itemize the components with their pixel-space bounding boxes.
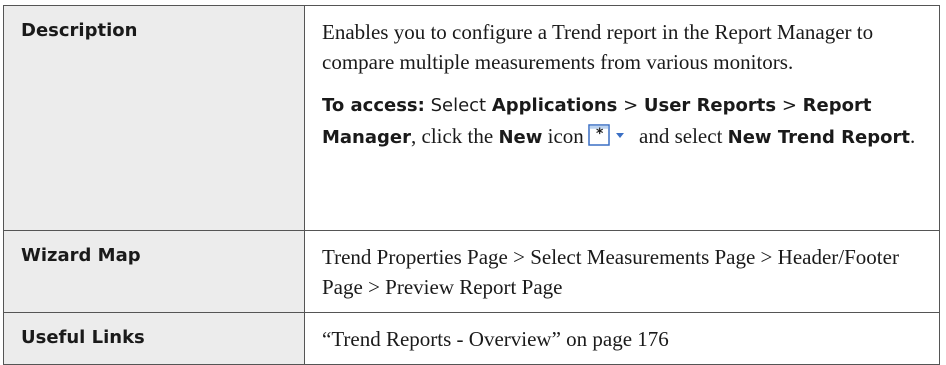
menu-new-trend-report: New Trend Report (727, 127, 910, 148)
svg-text:*: * (596, 126, 604, 142)
useful-links-link[interactable]: “Trend Reports - Overview” on page 176 (304, 312, 940, 365)
info-table: Description Enables you to configure a T… (3, 5, 940, 365)
wizard-map-row: Wizard Map Trend Properties Page > Selec… (3, 230, 940, 313)
useful-links-row: Useful Links “Trend Reports - Overview” … (3, 312, 940, 365)
path-separator: > (776, 95, 803, 116)
description-text: Enables you to configure a Trend report … (322, 20, 874, 74)
wizard-map-content: Trend Properties Page > Select Measureme… (304, 230, 940, 313)
useful-links-label: Useful Links (3, 312, 305, 365)
access-text-period: . (909, 124, 916, 148)
description-content: Enables you to configure a Trend report … (304, 5, 940, 231)
access-text-icon: icon (542, 124, 584, 148)
description-label: Description (3, 5, 305, 231)
access-text-click: , click the (411, 124, 499, 148)
menu-user-reports: User Reports (643, 95, 777, 116)
new-report-dropdown-icon: * (588, 124, 624, 146)
description-row: Description Enables you to configure a T… (3, 5, 940, 231)
access-text-select: Select (424, 95, 492, 116)
wizard-map-label: Wizard Map (3, 230, 305, 313)
access-lead: To access: (322, 95, 425, 116)
access-instructions: To access: Select Applications > User Re… (322, 89, 921, 153)
access-text-and: and select (633, 124, 728, 148)
path-separator: > (617, 95, 644, 116)
new-button-name: New (498, 127, 543, 148)
menu-applications: Applications (491, 95, 618, 116)
